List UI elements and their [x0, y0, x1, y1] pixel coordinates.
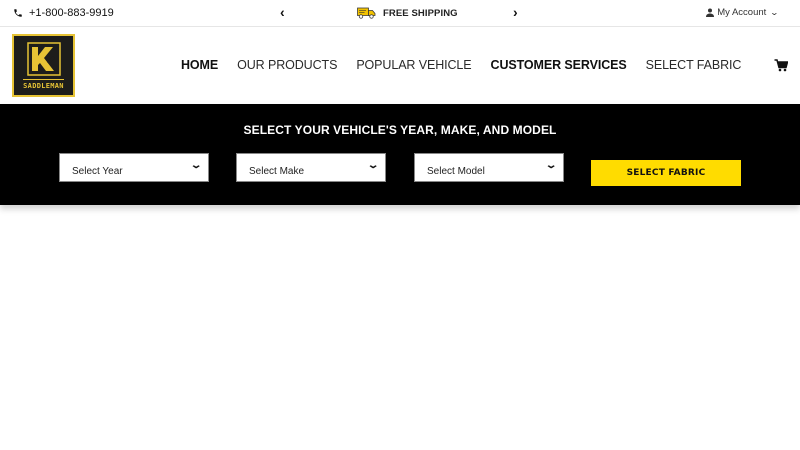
make-select-value: Select Make	[249, 166, 305, 177]
nav-item-popular-vehicle[interactable]: POPULAR VEHICLE	[356, 58, 471, 72]
promo-message: FREE SHIPPING	[357, 6, 458, 20]
account-label: My Account	[717, 7, 767, 18]
nav-item-home[interactable]: HOME	[181, 58, 218, 72]
nav-item-customer-services[interactable]: CUSTOMER SERVICES	[491, 58, 627, 72]
chevron-down-icon: ⌄	[366, 160, 380, 171]
chevron-down-icon: ⌄	[544, 160, 558, 171]
year-select[interactable]: Select Year ⌄	[59, 153, 209, 182]
site-header: SADDLEMAN HOME OUR PRODUCTS POPULAR VEHI…	[0, 27, 800, 104]
logo[interactable]: SADDLEMAN	[12, 34, 75, 97]
model-select[interactable]: Select Model ⌄	[414, 153, 564, 182]
promo-next-arrow[interactable]: ›	[513, 4, 518, 20]
nav-item-select-fabric[interactable]: SELECT FABRIC	[646, 58, 742, 72]
select-fabric-button[interactable]: SELECT FABRIC	[591, 160, 741, 186]
logo-text: SADDLEMAN	[23, 79, 64, 90]
phone-icon	[14, 9, 22, 17]
phone-link[interactable]: +1-800-883-9919	[13, 7, 114, 19]
promo-text: FREE SHIPPING	[383, 7, 458, 19]
main-nav: HOME OUR PRODUCTS POPULAR VEHICLE CUSTOM…	[181, 58, 741, 72]
vehicle-selector-title: SELECT YOUR VEHICLE'S YEAR, MAKE, AND MO…	[243, 123, 557, 137]
promo-prev-arrow[interactable]: ‹	[280, 4, 285, 20]
nav-item-our-products[interactable]: OUR PRODUCTS	[237, 58, 337, 72]
chevron-down-icon: ⌄	[189, 160, 203, 171]
my-account-menu[interactable]: My Account ⌄	[706, 7, 780, 18]
make-select[interactable]: Select Make ⌄	[236, 153, 386, 182]
year-select-value: Select Year	[72, 166, 123, 177]
saddleman-logo-mark	[26, 42, 61, 76]
utility-bar: +1-800-883-9919 ‹ FREE SHIPPING › My Acc…	[0, 0, 800, 27]
chevron-down-icon: ⌄	[769, 8, 780, 17]
vehicle-selector: SELECT YOUR VEHICLE'S YEAR, MAKE, AND MO…	[0, 104, 800, 205]
cart-icon[interactable]	[774, 59, 788, 72]
phone-number: +1-800-883-9919	[29, 7, 114, 19]
user-icon	[706, 8, 715, 17]
model-select-value: Select Model	[427, 166, 485, 177]
truck-icon	[357, 7, 376, 19]
